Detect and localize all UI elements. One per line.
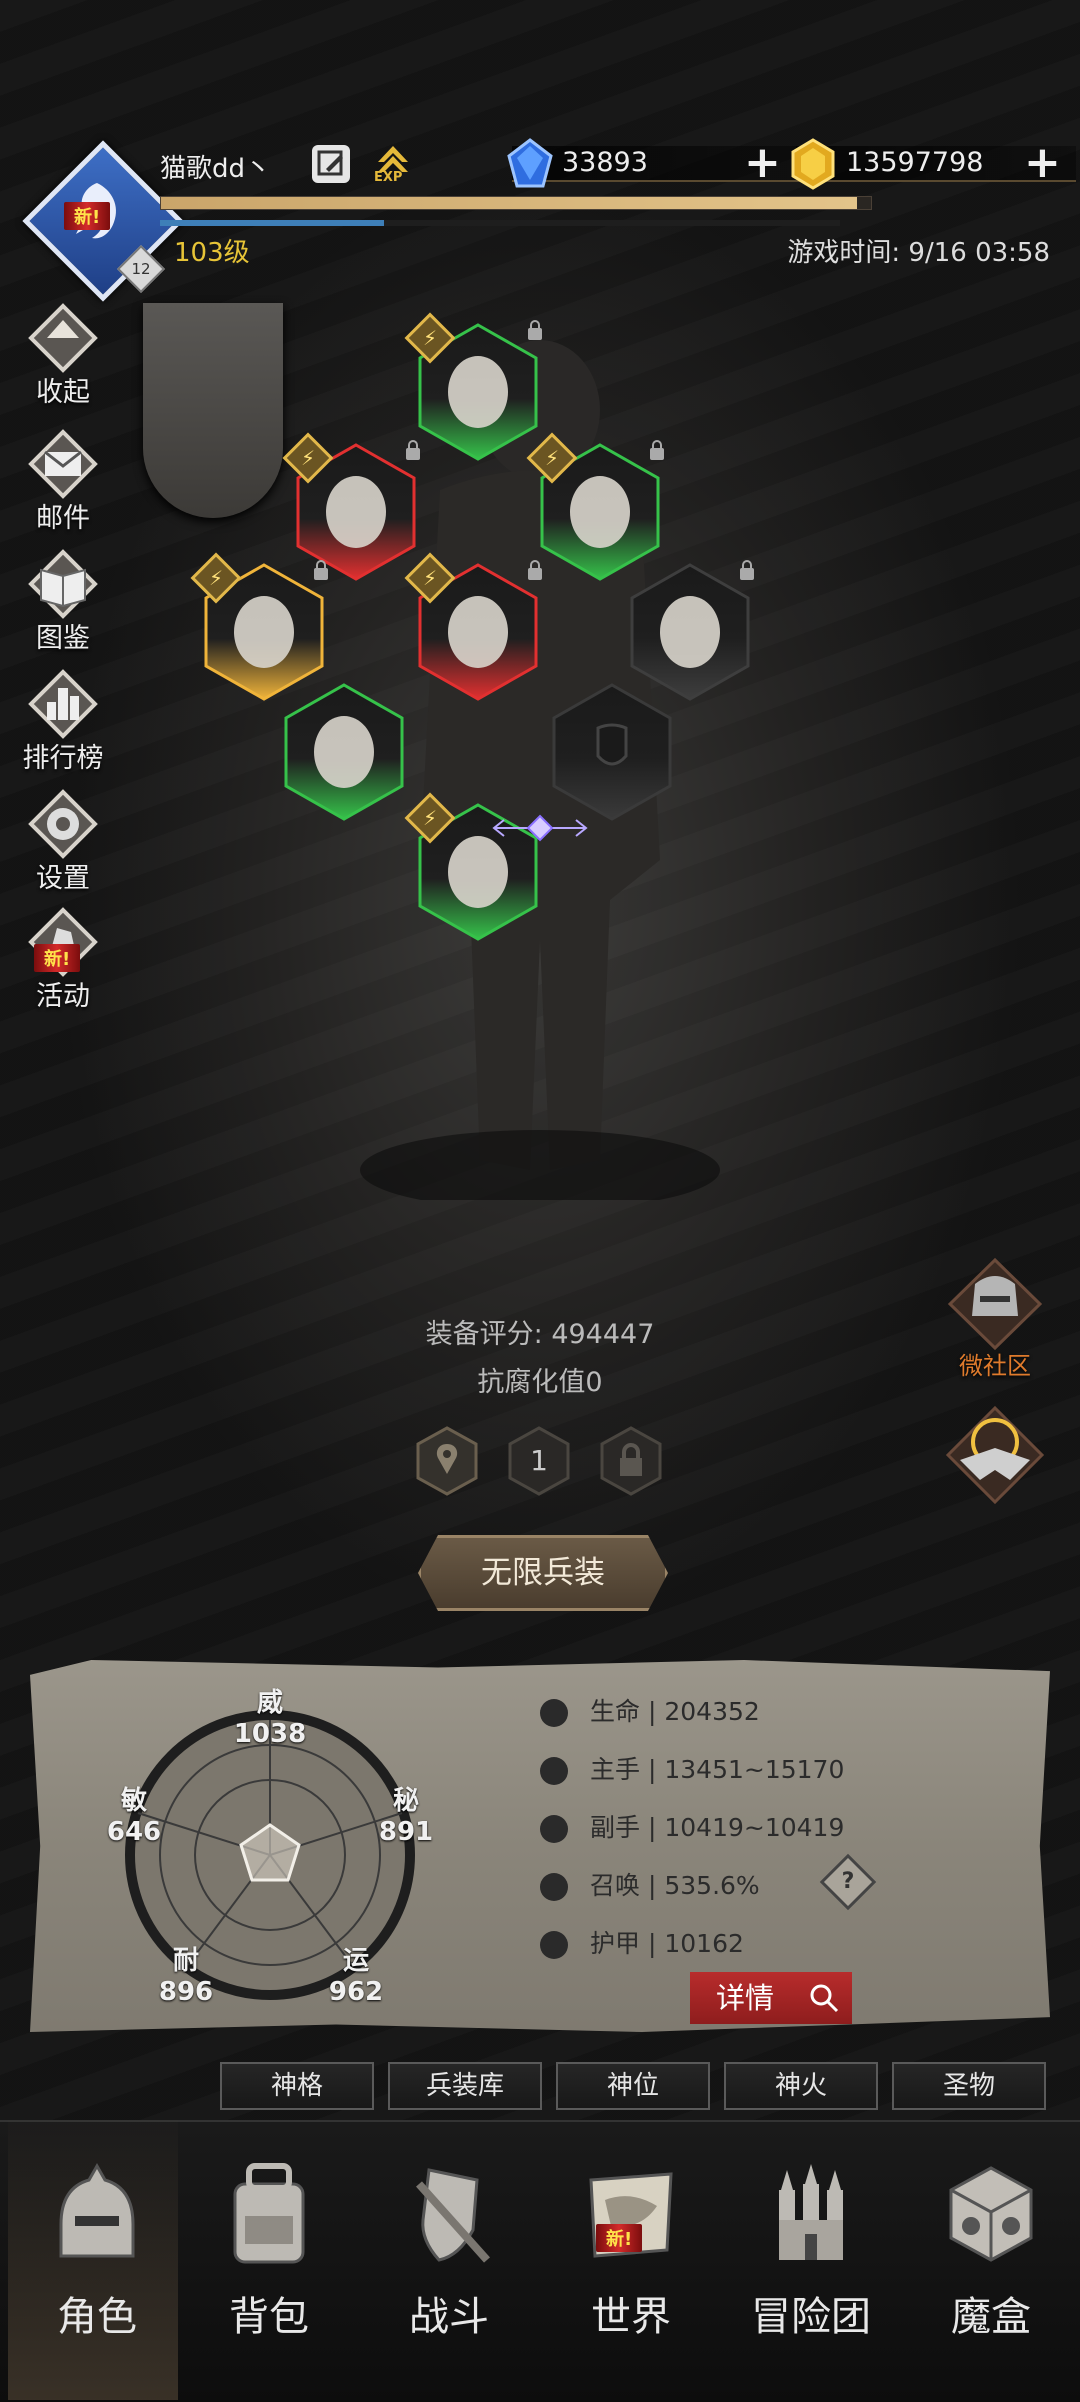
nav-battle[interactable]: 战斗 [374,2160,524,2342]
edit-name-button[interactable] [312,145,350,183]
stat-row: 护甲 | 10162 [540,1924,744,1964]
stat-row: 召唤 | 535.6% [540,1866,760,1906]
castle-icon [779,2164,843,2260]
equip-slot-shield[interactable] [550,682,674,822]
menu-event[interactable]: 新! 活动 [10,906,116,1013]
menu-mail[interactable]: 邮件 [10,428,116,535]
add-gold-button[interactable]: + [1024,141,1061,185]
equipment-score: 装备评分: 494447 [425,1319,655,1350]
add-diamond-button[interactable]: + [744,141,781,185]
gear-icon [28,789,98,859]
ranking-icon [28,669,98,739]
armor-icon [540,1931,568,1959]
attr-min: 敏 646 [106,1786,162,1847]
mail-icon [28,429,98,499]
equip-slot-cloak[interactable] [628,560,754,702]
exp-button[interactable]: EXP [372,140,414,186]
winged-emblem-button[interactable] [940,1400,1050,1510]
summon-icon [540,1873,568,1901]
tab-relic[interactable]: 圣物 [892,2062,1046,2110]
menu-collapse[interactable]: 收起 [10,302,116,409]
backpack-icon [233,2163,305,2264]
attr-mi: 秘 891 [378,1786,434,1847]
anti-corruption-value: 抗腐化值0 [477,1367,603,1398]
community-button[interactable]: 微社区 [940,1254,1050,1381]
collapse-icon [28,303,98,373]
equip-slot-belt[interactable]: ⚡ [190,552,328,702]
new-badge: 新! [64,202,111,230]
equip-slot-helmet[interactable]: ⚡ [404,312,542,462]
helmet-icon [59,2162,135,2258]
lock-icon [314,560,328,580]
menu-settings[interactable]: 设置 [10,788,116,895]
book-icon [28,549,98,619]
lock-icon [528,320,542,340]
menu-codex[interactable]: 图鉴 [10,548,116,655]
stat-row: 副手 | 10419~10419 [540,1808,844,1848]
magnifier-icon [810,1984,839,2013]
tab-god-rank[interactable]: 神位 [556,2062,710,2110]
equip-slot-armor[interactable]: ⚡ [404,552,542,702]
helmet-community-icon [947,1257,1043,1351]
stat-row: 主手 | 13451~15170 [540,1750,844,1790]
infinite-gear-button[interactable]: 无限兵装 [418,1535,668,1611]
lock-icon [406,440,420,460]
new-badge: 新! [596,2224,643,2252]
attr-yun: 运 962 [328,1946,384,2007]
location-slot[interactable] [416,1426,478,1496]
nav-world[interactable]: 新! 世界 [556,2160,706,2342]
lock-icon [740,560,754,580]
gold-crystal-icon [791,138,835,190]
lock-icon [528,560,542,580]
guild-banner[interactable] [143,303,283,518]
tab-divine-fire[interactable]: 神火 [724,2062,878,2110]
player-level: 103级 [174,238,250,268]
heart-icon [540,1699,568,1727]
cube-icon [949,2166,1033,2262]
sub-progress-bar [160,220,840,226]
detail-button[interactable]: 详情 [690,1972,852,2024]
nav-backpack[interactable]: 背包 [194,2160,344,2342]
nav-magic-box[interactable]: 魔盒 [916,2160,1066,2342]
locked-slot[interactable] [600,1426,662,1496]
nav-adventure-team[interactable]: 冒险团 [736,2160,886,2342]
equip-slot-weapon[interactable] [282,682,406,822]
nav-character[interactable]: 角色 [8,2120,178,2400]
tab-armory[interactable]: 兵装库 [388,2062,542,2110]
new-badge: 新! [34,944,81,972]
offhand-icon [540,1815,568,1843]
tab-bar: 神格 兵装库 神位 神火 圣物 [0,2062,1080,2110]
player-name: 猫歌dd丶 [160,154,272,184]
edit-icon [317,150,343,176]
center-node-icon [492,814,588,842]
equip-slot-amulet[interactable]: ⚡ [526,432,664,582]
battle-icon [416,2168,490,2263]
lock-icon [650,440,664,460]
stat-row: 生命 | 204352 [540,1692,760,1732]
game-time: 游戏时间: 9/16 03:58 [787,238,1050,268]
equip-slot-pauldron[interactable]: ⚡ [282,432,420,582]
tab-divinity[interactable]: 神格 [220,2062,374,2110]
world-map-icon [589,2172,673,2258]
number-slot[interactable]: 1 [508,1426,570,1496]
exp-progress-bar [160,196,872,210]
attr-wei: 威 1038 [233,1688,307,1749]
attr-nai: 耐 896 [158,1946,214,2007]
sword-icon [540,1757,568,1785]
diamond-icon [507,138,553,188]
menu-ranking[interactable]: 排行榜 [10,668,116,775]
